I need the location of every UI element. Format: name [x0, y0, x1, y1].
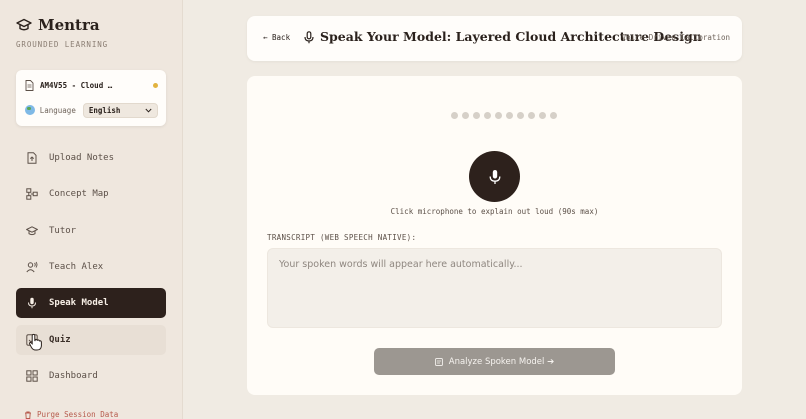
concept-map-icon: [26, 188, 38, 200]
document-icon: [25, 79, 34, 91]
graduation-cap-icon: [26, 226, 38, 236]
document-name: AM4V55 - Cloud …: [40, 80, 113, 90]
sidebar-item-dashboard[interactable]: Dashboard: [16, 361, 166, 391]
document-selector[interactable]: AM4V55 - Cloud …: [25, 78, 158, 92]
transcript-textarea[interactable]: [267, 248, 722, 328]
speak-model-panel: Click microphone to explain out loud (90…: [247, 76, 742, 395]
record-hint: Click microphone to explain out loud (90…: [390, 207, 599, 216]
level-dot: [473, 112, 480, 119]
brand: Mentra GROUNDED LEARNING: [16, 16, 108, 49]
sidebar: Mentra GROUNDED LEARNING AM4V55 - Cloud …: [0, 0, 183, 419]
sidebar-item-label: Speak Model: [49, 298, 109, 308]
sidebar-item-label: Teach Alex: [49, 262, 104, 272]
mode-tag: Voice-Driven Calibration: [621, 33, 730, 42]
document-status-dot: [153, 82, 158, 88]
language-selected-value: English: [88, 105, 121, 115]
level-dot: [506, 112, 513, 119]
document-icon: [434, 357, 443, 366]
sidebar-item-label: Concept Map: [49, 189, 109, 199]
sidebar-item-speak-model[interactable]: Speak Model: [16, 288, 166, 318]
sidebar-item-upload-notes[interactable]: Upload Notes: [16, 143, 166, 173]
level-dot: [528, 112, 535, 119]
analyze-label: Analyze Spoken Model ➔: [448, 356, 555, 367]
brand-name: Mentra: [38, 16, 100, 34]
microphone-icon: [489, 169, 500, 184]
sidebar-item-label: Tutor: [49, 226, 77, 236]
level-dot: [462, 112, 469, 119]
level-dot: [451, 112, 458, 119]
microphone-icon: [304, 31, 314, 44]
graduation-cap-icon: [16, 18, 32, 31]
sidebar-item-concept-map[interactable]: Concept Map: [16, 179, 166, 209]
analyze-spoken-model-button[interactable]: Analyze Spoken Model ➔: [374, 348, 615, 375]
language-row: Language English: [25, 102, 158, 118]
record-microphone-button[interactable]: [469, 151, 520, 202]
audio-level-dots: [451, 112, 557, 119]
trash-icon: [25, 411, 31, 419]
document-card: AM4V55 - Cloud … Language English: [16, 70, 166, 126]
brand-tagline: GROUNDED LEARNING: [16, 40, 109, 49]
teach-user-icon: [26, 261, 38, 273]
transcript-label: TRANSCRIPT (WEB SPEECH NATIVE):: [267, 233, 417, 242]
level-dot: [550, 112, 557, 119]
sidebar-item-teach-alex[interactable]: Teach Alex: [16, 252, 166, 282]
microphone-icon: [28, 297, 36, 309]
sidebar-item-tutor[interactable]: Tutor: [16, 216, 166, 246]
chevron-down-icon: [145, 108, 152, 113]
level-dot: [484, 112, 491, 119]
upload-file-icon: [27, 152, 37, 164]
language-select[interactable]: English: [82, 102, 158, 118]
purge-session-button[interactable]: Purge Session Data: [24, 410, 118, 419]
globe-icon: [25, 105, 35, 115]
page-header: ← Back Speak Your Model: Layered Cloud A…: [247, 16, 742, 61]
purge-label: Purge Session Data: [37, 410, 119, 419]
level-dot: [495, 112, 502, 119]
back-button[interactable]: ← Back: [263, 33, 290, 42]
sidebar-item-label: Quiz: [49, 335, 71, 345]
hand-cursor-icon: [29, 333, 42, 351]
level-dot: [517, 112, 524, 119]
sidebar-item-label: Dashboard: [49, 371, 98, 381]
level-dot: [539, 112, 546, 119]
dashboard-icon: [26, 370, 38, 382]
sidebar-item-label: Upload Notes: [49, 153, 115, 163]
language-label: Language: [39, 105, 76, 115]
